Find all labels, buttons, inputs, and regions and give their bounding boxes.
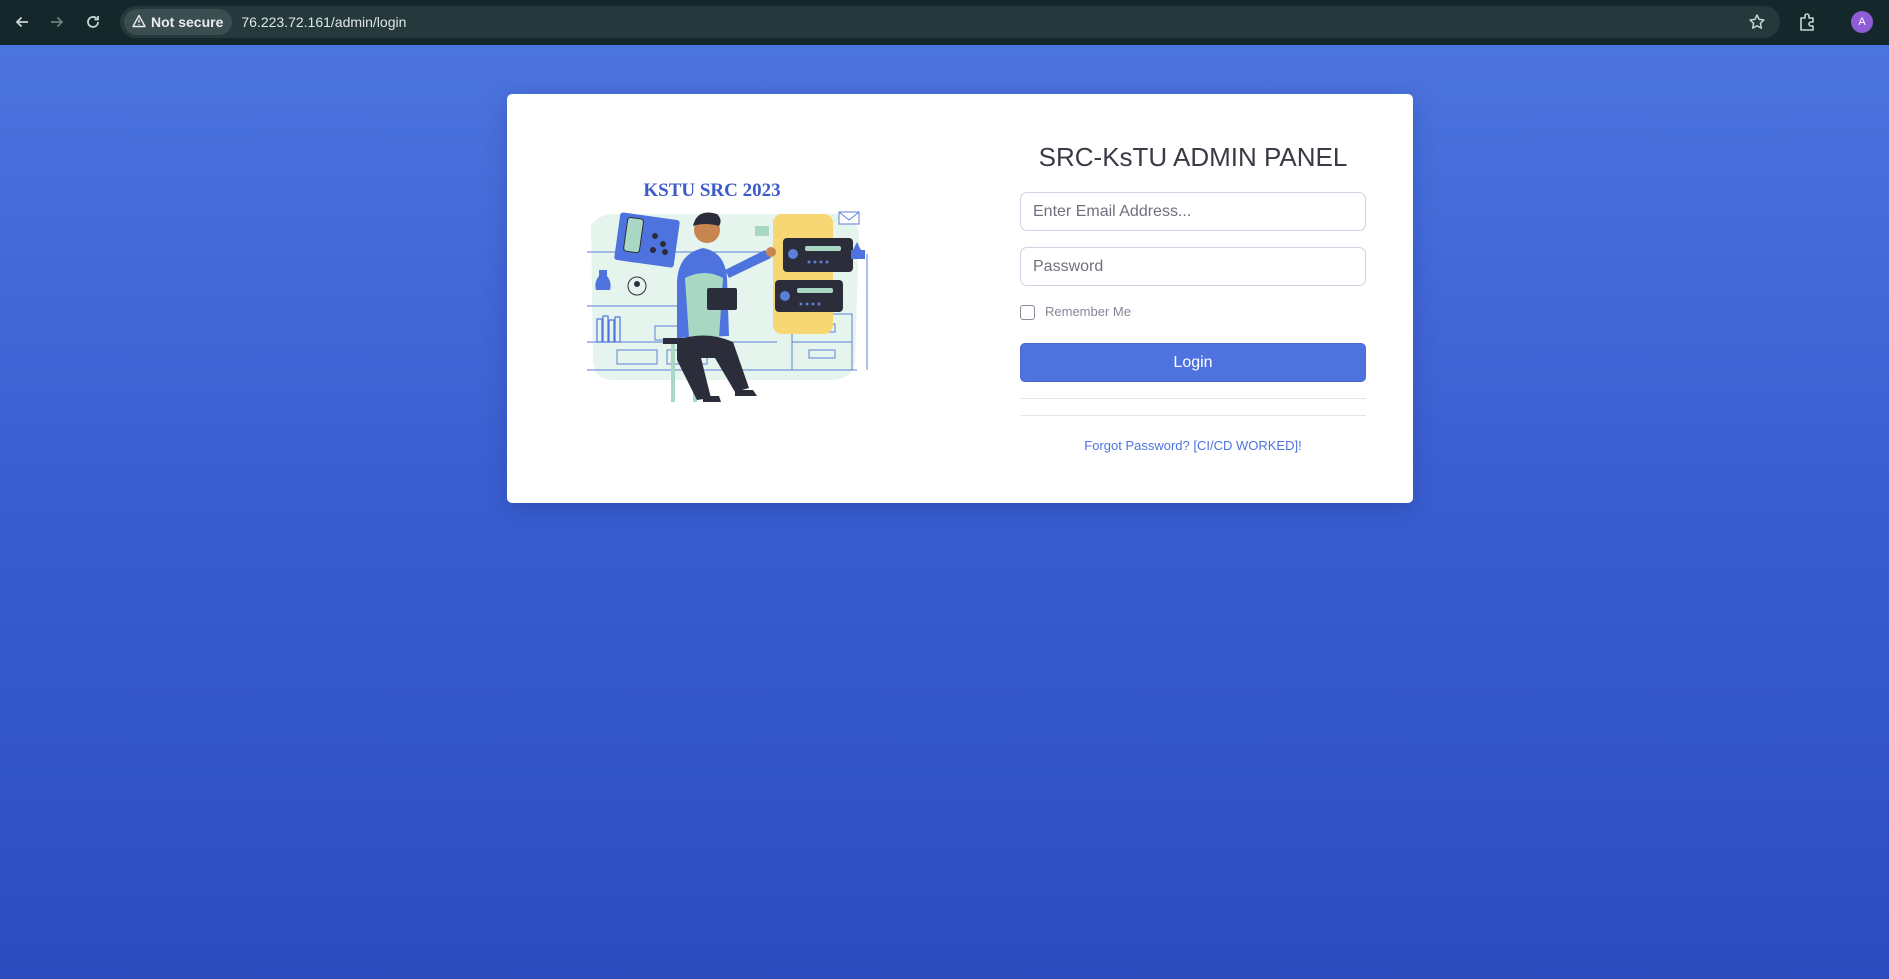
reload-icon[interactable]	[81, 10, 105, 34]
page-title: SRC-KsTU ADMIN PANEL	[1038, 142, 1348, 172]
remember-me-checkbox[interactable]	[1020, 305, 1035, 320]
warning-icon	[132, 14, 146, 31]
email-field[interactable]	[1020, 192, 1366, 231]
back-arrow-icon[interactable]	[10, 10, 34, 34]
remember-me-label[interactable]: Remember Me	[1045, 304, 1131, 319]
address-bar[interactable]: Not secure 76.223.72.161/admin/login	[120, 6, 1780, 38]
forgot-password-link[interactable]: Forgot Password? [CI/CD WORKED]!	[1020, 438, 1366, 453]
login-button[interactable]: Login	[1020, 343, 1366, 382]
security-label: Not secure	[151, 14, 224, 30]
password-field[interactable]	[1020, 247, 1366, 286]
url-text[interactable]: 76.223.72.161/admin/login	[241, 14, 406, 30]
login-form: SRC-KsTU ADMIN PANEL Remember Me Login F…	[1020, 94, 1366, 453]
star-icon[interactable]	[1748, 13, 1766, 31]
login-card: KSTU SRC 2023 SRC-KsTU ADMIN PANEL Enter…	[507, 94, 1413, 503]
extensions-icon[interactable]	[1797, 11, 1819, 33]
page-background: KSTU SRC 2023 SRC-KsTU ADMIN PANEL Enter…	[0, 45, 1889, 979]
remember-me-row: Remember Me	[1020, 302, 1366, 320]
divider	[1020, 398, 1366, 399]
profile-avatar[interactable]: A	[1851, 11, 1873, 33]
security-indicator[interactable]: Not secure	[124, 9, 233, 35]
illustration-caption: KSTU SRC 2023	[643, 180, 780, 201]
divider	[1020, 415, 1366, 416]
forward-arrow-icon[interactable]	[45, 10, 69, 34]
browser-toolbar: Not secure 76.223.72.161/admin/login A	[0, 0, 1889, 45]
login-illustration: KSTU SRC 2023	[587, 180, 868, 402]
